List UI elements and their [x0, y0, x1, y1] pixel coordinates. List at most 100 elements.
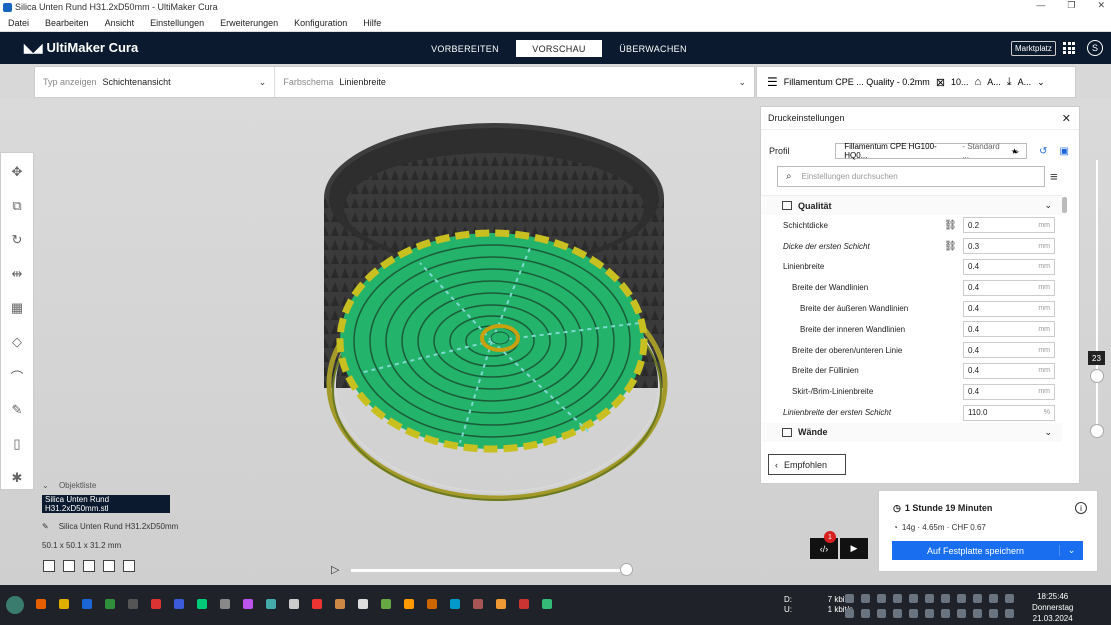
close-button[interactable]: ✕	[1097, 0, 1105, 11]
per-model-settings-icon[interactable]: ▦	[8, 297, 26, 319]
taskbar-app-icon[interactable]	[243, 599, 253, 609]
setting-field[interactable]: 0.4 mm	[963, 383, 1055, 400]
tray-icon[interactable]	[893, 594, 902, 603]
view-type-dropdown[interactable]: Typ anzeigen Schichtenansicht ⌄	[35, 67, 276, 97]
setting-field[interactable]: 0.4 mm	[963, 362, 1055, 379]
view-right-icon[interactable]	[123, 560, 135, 572]
section-quality[interactable]: Qualität ⌄	[762, 196, 1062, 215]
measure-icon[interactable]: ⌒	[8, 365, 26, 387]
tray-icon[interactable]	[845, 609, 854, 618]
view-3d-icon[interactable]	[43, 560, 55, 572]
tray-icon[interactable]	[973, 594, 982, 603]
mirror-icon[interactable]: ⇹	[8, 263, 26, 285]
link-icon[interactable]: ⛓	[944, 241, 957, 252]
play-icon[interactable]: ▷	[331, 563, 339, 576]
recommended-button[interactable]: ‹ Empfohlen	[768, 454, 846, 475]
link-icon[interactable]: ⛓	[944, 220, 957, 231]
settings-search-input[interactable]: ⌕ Einstellungen durchsuchen	[777, 166, 1045, 187]
color-scheme-dropdown[interactable]: Farbschema Linienbreite ⌄	[275, 67, 754, 97]
taskbar-app-icon[interactable]	[220, 599, 230, 609]
support-blocker-icon[interactable]: ◇	[8, 331, 26, 353]
play-button[interactable]: ▶	[840, 538, 868, 559]
tray-icon[interactable]	[1005, 609, 1014, 618]
tray-icon[interactable]	[925, 594, 934, 603]
view-front-icon[interactable]	[63, 560, 75, 572]
rotate-icon[interactable]: ↻	[8, 229, 26, 251]
section-walls[interactable]: Wände ⌄	[762, 422, 1062, 442]
pencil-icon[interactable]: ✎	[42, 522, 49, 531]
tray-icon[interactable]	[909, 594, 918, 603]
taskbar-app-icon[interactable]	[519, 599, 529, 609]
hamburger-menu-icon[interactable]: ≡	[1050, 169, 1058, 184]
setting-field[interactable]: 110.0%	[963, 404, 1055, 421]
tray-icon[interactable]	[941, 594, 950, 603]
tray-icon[interactable]	[1005, 594, 1014, 603]
reset-icon[interactable]: ↺	[1039, 146, 1047, 157]
taskbar-app-icon[interactable]	[404, 599, 414, 609]
paint-icon[interactable]: ✎	[8, 399, 26, 421]
setting-field[interactable]: 0.3 mm	[963, 238, 1055, 255]
info-icon[interactable]: i	[1075, 502, 1087, 514]
object-list-toggle[interactable]: ⌄ Objektliste	[42, 481, 96, 490]
start-button[interactable]	[6, 596, 24, 614]
taskbar-app-icon[interactable]	[381, 599, 391, 609]
menu-bearbeiten[interactable]: Bearbeiten	[37, 18, 97, 28]
apps-grid-icon[interactable]	[1063, 42, 1075, 54]
tray-icon[interactable]	[957, 609, 966, 618]
taskbar-app-icon[interactable]	[59, 599, 69, 609]
scrollbar-thumb[interactable]	[1062, 197, 1067, 213]
taskbar-app-icon[interactable]	[151, 599, 161, 609]
profile-select[interactable]: Fillamentum CPE HG100-HQ0... - Standard …	[835, 142, 1028, 160]
menu-ansicht[interactable]: Ansicht	[97, 18, 143, 28]
taskbar-app-icon[interactable]	[174, 599, 184, 609]
taskbar-app-icon[interactable]	[36, 599, 46, 609]
taskbar-clock[interactable]: 18:25:46 Donnerstag 21.03.2024	[1032, 591, 1073, 624]
taskbar-app-icon[interactable]	[335, 599, 345, 609]
taskbar-app-icon[interactable]	[128, 599, 138, 609]
setting-field[interactable]: 0.4 mm	[963, 342, 1055, 359]
tray-icon[interactable]	[909, 609, 918, 618]
tray-icon[interactable]	[877, 609, 886, 618]
taskbar-app-icon[interactable]	[289, 599, 299, 609]
plugin-icon[interactable]: ✱	[8, 467, 26, 489]
tray-icon[interactable]	[957, 594, 966, 603]
layer-slider[interactable]	[1090, 160, 1104, 438]
setting-field[interactable]: 0.2 mm	[963, 217, 1055, 234]
save-icon[interactable]: ▣	[1060, 146, 1069, 157]
layer-lower-handle[interactable]	[1090, 424, 1104, 438]
tab-preview[interactable]: VORSCHAU	[516, 40, 602, 57]
layer-upper-handle[interactable]	[1090, 369, 1104, 383]
taskbar-app-icon[interactable]	[312, 599, 322, 609]
tray-icon[interactable]	[941, 609, 950, 618]
setting-field[interactable]: 0.4 mm	[963, 258, 1055, 275]
tray-icon[interactable]	[973, 609, 982, 618]
taskbar-app-icon[interactable]	[473, 599, 483, 609]
cylinder-icon[interactable]: ▯	[8, 433, 26, 455]
setting-field[interactable]: 0.4 mm	[963, 300, 1055, 317]
taskbar-app-icon[interactable]	[496, 599, 506, 609]
path-slider-handle[interactable]	[620, 563, 633, 576]
tray-icon[interactable]	[861, 609, 870, 618]
menu-datei[interactable]: Datei	[0, 18, 37, 28]
tray-icon[interactable]	[925, 609, 934, 618]
close-icon[interactable]: ✕	[1062, 112, 1071, 125]
taskbar-app-icon[interactable]	[542, 599, 552, 609]
menu-hilfe[interactable]: Hilfe	[355, 18, 389, 28]
tray-icon[interactable]	[877, 594, 886, 603]
taskbar-app-icon[interactable]	[427, 599, 437, 609]
tray-icon[interactable]	[893, 609, 902, 618]
taskbar-app-icon[interactable]	[358, 599, 368, 609]
tray-icon[interactable]	[989, 594, 998, 603]
minimize-button[interactable]: —	[1036, 0, 1045, 11]
settings-scrollbar[interactable]	[1061, 195, 1067, 441]
taskbar-app-icon[interactable]	[450, 599, 460, 609]
tray-icon[interactable]	[989, 609, 998, 618]
tray-icon[interactable]	[861, 594, 870, 603]
setting-field[interactable]: 0.4 mm	[963, 321, 1055, 338]
account-avatar[interactable]: S	[1087, 40, 1103, 56]
layer-number-badge[interactable]: 23	[1088, 351, 1105, 365]
chevron-down-icon[interactable]: ⌄	[1059, 545, 1083, 556]
taskbar-app-icon[interactable]	[82, 599, 92, 609]
object-file-item[interactable]: Silica Unten Rund H31.2xD50mm.stl	[42, 495, 170, 513]
save-to-disk-button[interactable]: Auf Festplatte speichern ⌄	[892, 541, 1083, 560]
